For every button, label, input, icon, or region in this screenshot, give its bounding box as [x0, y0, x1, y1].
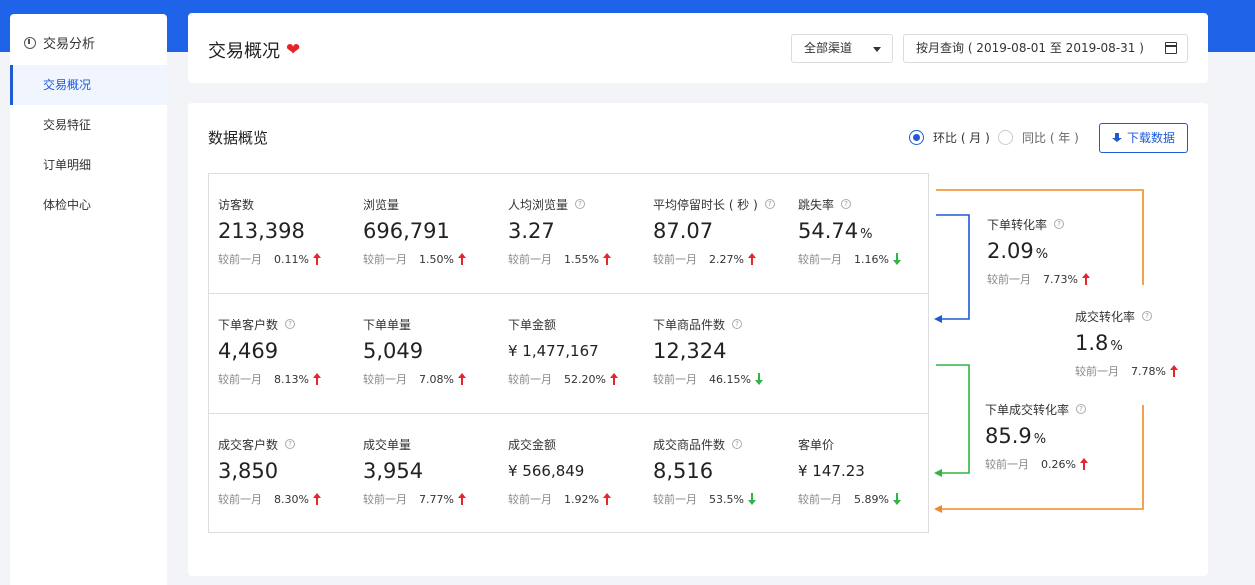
page-title-text: 交易概况	[208, 41, 280, 62]
sidebar-title-label: 交易分析	[43, 37, 96, 52]
sidebar: 交易分析 交易概况 交易特征 订单明细 体检中心	[10, 14, 167, 585]
sidebar-item-orders[interactable]: 订单明细	[10, 145, 167, 185]
flow-arrowhead-blue	[934, 315, 942, 323]
flow-arrow-green	[936, 364, 970, 474]
flow-arrow-blue	[936, 214, 970, 320]
sidebar-title: 交易分析	[24, 33, 95, 52]
page-title: 交易概况 ❤	[208, 37, 300, 63]
sidebar-item-checkup[interactable]: 体检中心	[10, 185, 167, 225]
flow-arrowhead-orange	[934, 505, 942, 513]
sidebar-item-overview[interactable]: 交易概况	[10, 65, 167, 105]
channel-select-value: 全部渠道	[804, 41, 853, 55]
overview-card: 数据概览 环比 ( 月 ) 同比 ( 年 ) 下载数据 访客数 213,398 较前…	[188, 103, 1208, 576]
flow-arrow-orange	[940, 405, 1144, 510]
flow-line-orange-top	[936, 189, 1144, 285]
conversion-flow-arrows	[934, 189, 1144, 513]
channel-select[interactable]: 全部渠道	[791, 34, 893, 63]
analysis-icon	[24, 36, 36, 49]
calendar-icon	[1165, 42, 1177, 54]
flow-arrowhead-green	[934, 469, 942, 477]
caret-down-icon	[873, 47, 881, 52]
date-range-picker[interactable]: 按月查询 ( 2019-08-01 至 2019-08-31 )	[903, 34, 1188, 63]
heart-icon[interactable]: ❤	[286, 40, 300, 60]
sidebar-item-features[interactable]: 交易特征	[10, 105, 167, 145]
date-range-value: 按月查询 ( 2019-08-01 至 2019-08-31 )	[916, 41, 1144, 55]
header-card: 交易概况 ❤ 全部渠道 按月查询 ( 2019-08-01 至 2019-08-…	[188, 13, 1208, 83]
